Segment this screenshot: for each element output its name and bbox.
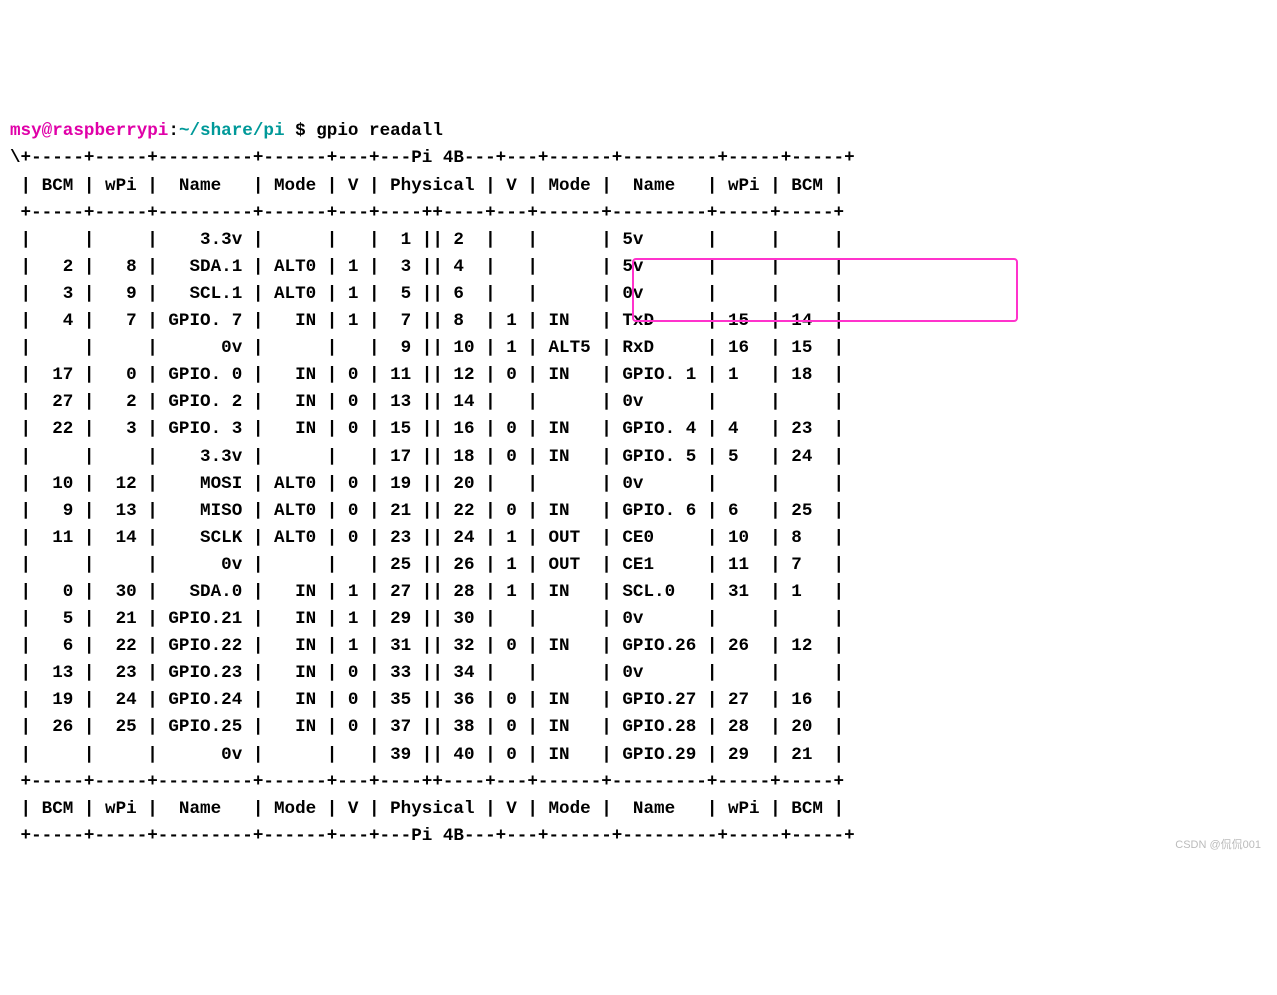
prompt-dollar: $ <box>285 121 317 141</box>
highlight-box <box>632 258 1018 322</box>
watermark: CSDN @侃侃001 <box>1175 837 1261 854</box>
prompt-user: msy@raspberrypi <box>10 121 168 141</box>
prompt-sep: : <box>168 121 179 141</box>
prompt-path: ~/share/pi <box>179 121 285 141</box>
terminal-output: msy@raspberrypi:~/share/pi $ gpio readal… <box>10 118 1267 850</box>
command: gpio readall <box>316 121 443 141</box>
